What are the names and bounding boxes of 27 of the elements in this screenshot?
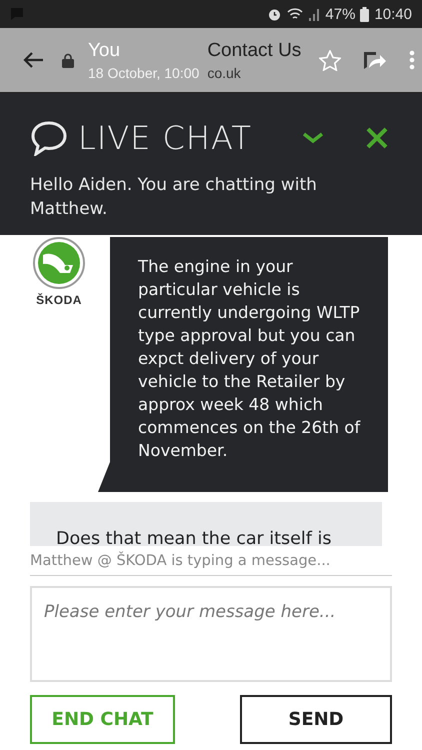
more-options-icon [409, 50, 416, 70]
lock-icon [62, 52, 74, 68]
close-icon [366, 127, 388, 149]
back-arrow-icon [22, 51, 44, 69]
brand-name: ŠKODA [36, 293, 82, 307]
user-message: Does that mean the car itself is [30, 502, 382, 546]
chat-title: LIVE CHAT [78, 119, 253, 157]
greeting-text: Hello Aiden. You are chatting with Matthew. [30, 174, 318, 221]
chevron-down-icon [302, 132, 324, 144]
logo-icon [30, 237, 88, 289]
share-icon [363, 50, 388, 70]
clock-time: 10:40 [374, 6, 412, 22]
page-url: co.uk [207, 64, 242, 80]
battery-percent: 47% [325, 6, 356, 22]
star-icon [319, 50, 342, 70]
notification-time: 18 October, 10:00 [88, 64, 200, 80]
page-title: Contact Us [207, 40, 302, 62]
speech-bubble-icon [30, 120, 68, 156]
alarm-icon [267, 6, 282, 22]
agent-message: The engine in your particular vehicle is currently undergoing WLTP type approval but you can expct delivery of your vehicle to the Retailer by approx week 48 which commences on the 26th of November. [98, 237, 388, 492]
signal-icon [308, 8, 320, 20]
notification-sender: You [88, 40, 122, 62]
wifi-icon [287, 8, 304, 20]
battery-icon [360, 6, 370, 22]
typing-indicator: Matthew @ ŠKODA is typing a message... [30, 549, 392, 576]
message-field[interactable]: Please enter your message here... [30, 586, 392, 682]
send-button[interactable]: SEND [240, 695, 392, 744]
